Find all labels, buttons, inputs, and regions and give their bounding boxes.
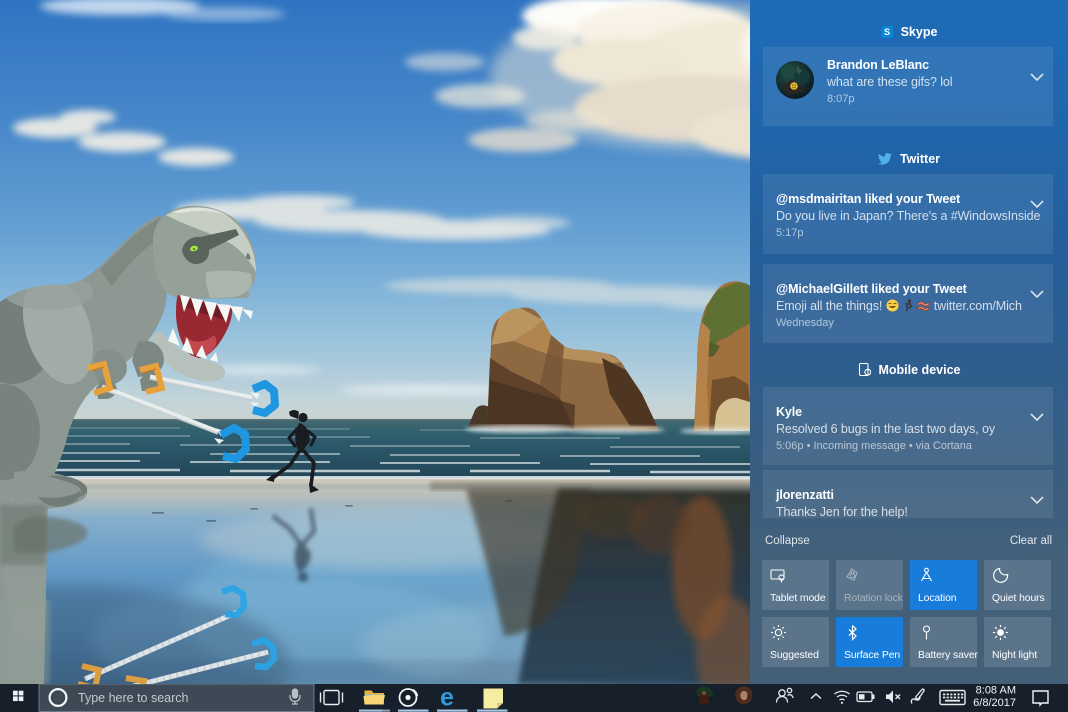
svg-text:8:08 AM: 8:08 AM <box>976 685 1016 697</box>
svg-text:e: e <box>440 684 454 712</box>
svg-text:Type here to search: Type here to search <box>78 691 189 705</box>
svg-text:6/8/2017: 6/8/2017 <box>973 697 1016 709</box>
svg-text:S: S <box>884 27 890 37</box>
